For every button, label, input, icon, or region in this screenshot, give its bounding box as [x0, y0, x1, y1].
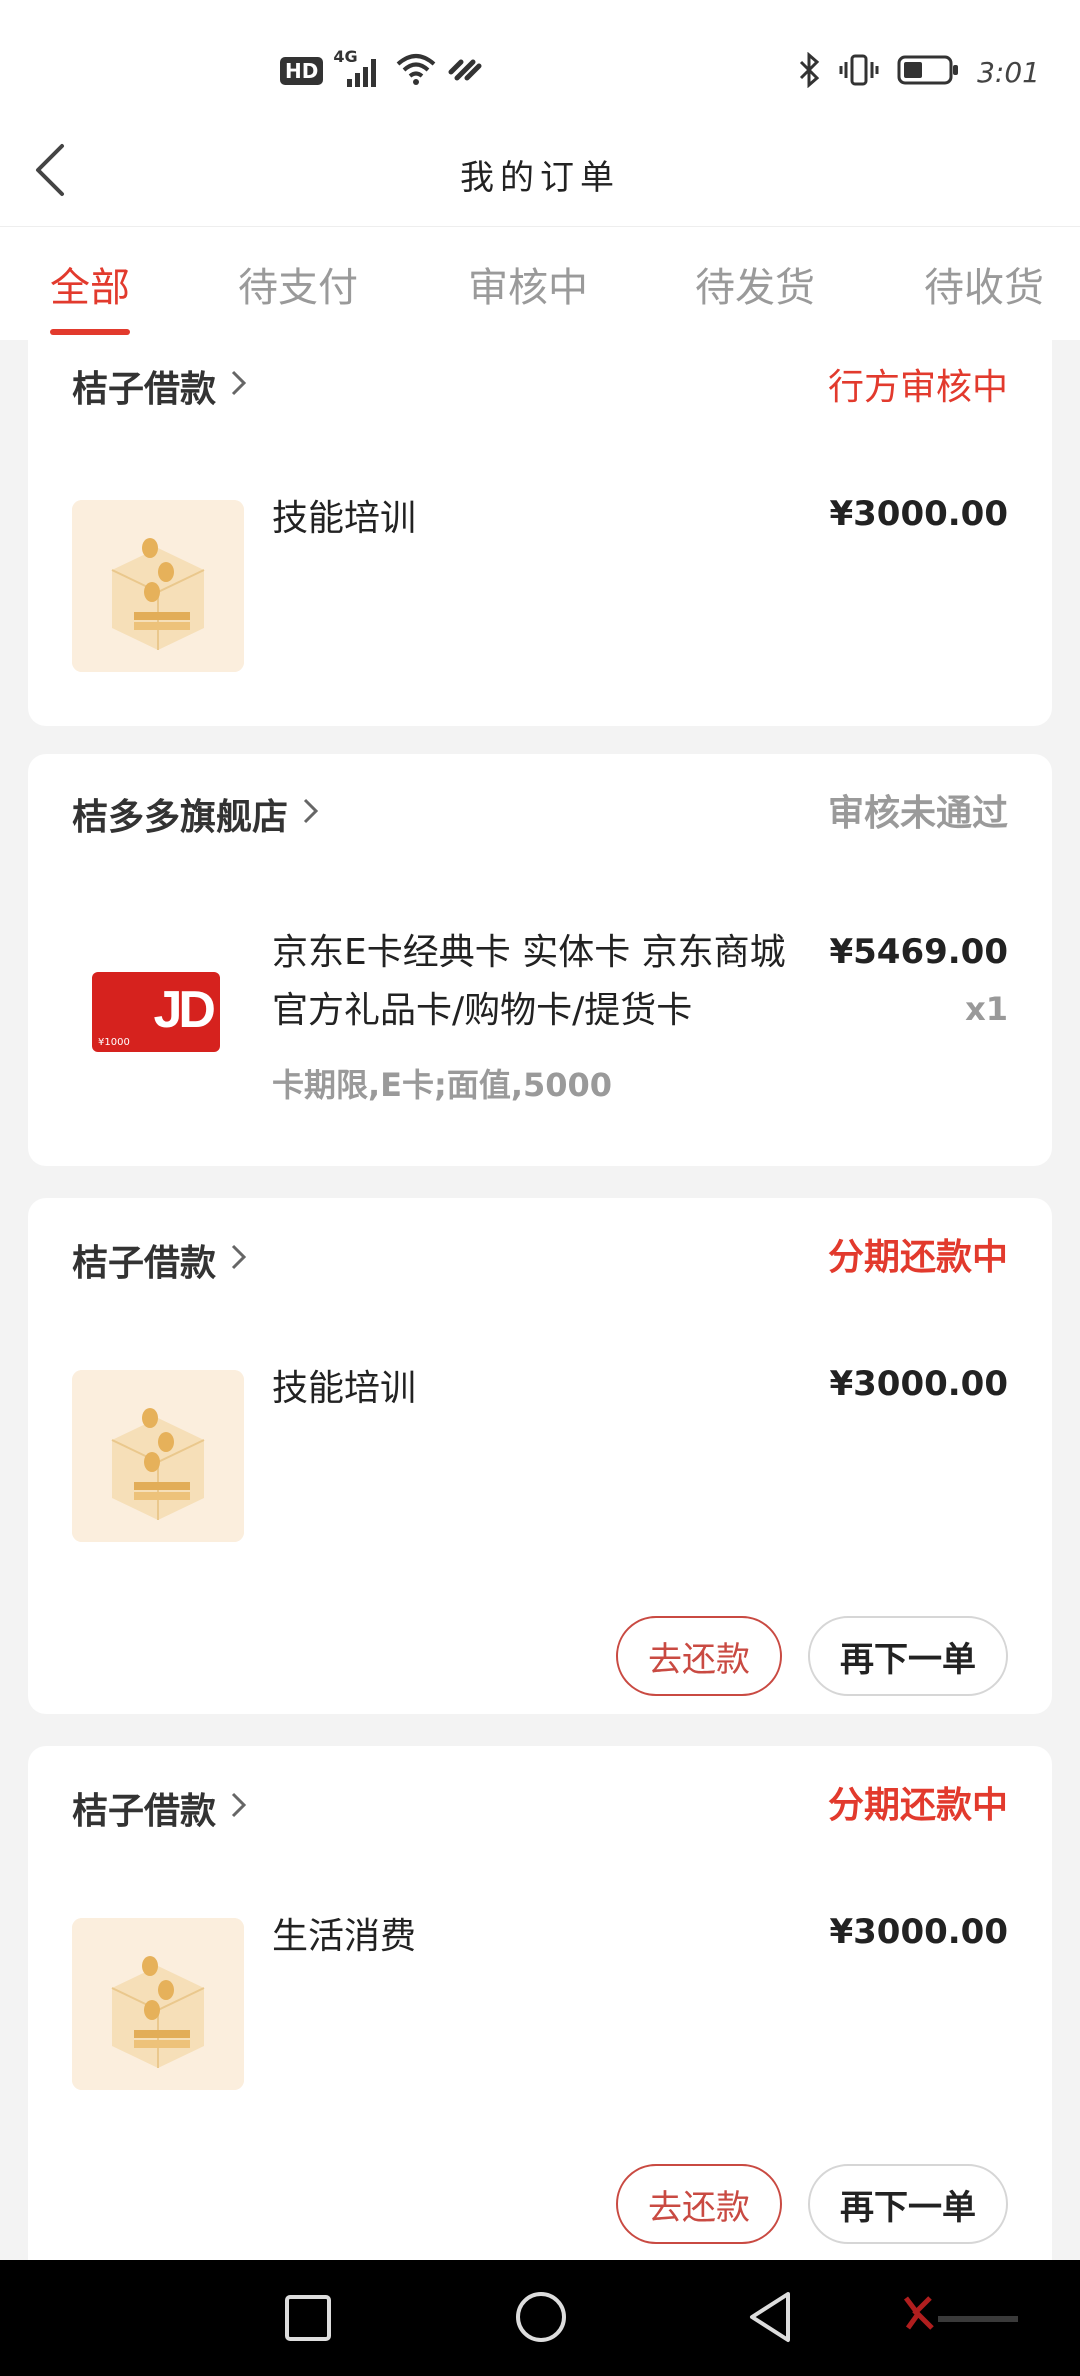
store-name: 桔子借款 [72, 1791, 217, 1832]
reorder-button[interactable]: 再下一单 [808, 2164, 1008, 2244]
wifi-icon [395, 52, 437, 90]
reorder-button[interactable]: 再下一单 [808, 1616, 1008, 1696]
store-link[interactable]: 桔子借款 [72, 360, 248, 412]
store-link[interactable]: 桔子借款 [72, 1782, 248, 1834]
tab-under-review[interactable]: 审核中 [468, 255, 588, 313]
bluetooth-icon [797, 51, 821, 92]
order-status: 分期还款中 [827, 1785, 1008, 1826]
circle-icon[interactable] [514, 2290, 568, 2348]
order-card[interactable]: 桔子借款 分期还款中 技能培训 ¥3000.00 去还款 再下一单 [28, 1198, 1052, 1714]
order-status: 分期还款中 [827, 1237, 1008, 1278]
clock: 3:01 [977, 55, 1040, 89]
network-type: 4G [333, 47, 358, 66]
signal-icon: 4G [333, 47, 385, 89]
product-quantity: x1 [965, 990, 1008, 1028]
order-tabs: 全部 待支付 审核中 待发货 待收货 [0, 226, 1080, 340]
jd-card-thumbnail[interactable]: JD ¥1000 [92, 972, 220, 1052]
chevron-right-icon [230, 1240, 248, 1281]
status-right: 3:01 [797, 51, 1040, 92]
system-nav-bar [0, 2260, 1080, 2376]
product-thumbnail[interactable] [72, 500, 244, 672]
product-name: 技能培训 [272, 1368, 417, 1409]
store-name: 桔子借款 [72, 1243, 217, 1284]
product-price: ¥3000.00 [829, 494, 1008, 534]
store-name: 桔子借款 [72, 369, 217, 410]
product-price: ¥5469.00 [829, 932, 1008, 972]
chevron-right-icon [302, 794, 320, 835]
product-price: ¥3000.00 [829, 1364, 1008, 1404]
active-tab-indicator [50, 329, 130, 335]
nav-bar: 我的订单 [0, 110, 1080, 226]
vibrate-icon [839, 52, 879, 92]
link-icon [447, 54, 483, 88]
status-left: HD 4G [280, 47, 483, 90]
order-list: 桔子借款 行方审核中 技能培训 ¥3000.00 桔多多旗舰店 审核未通过 JD… [0, 340, 1080, 2260]
jd-logo: JD [153, 981, 217, 1039]
order-status: 审核未通过 [827, 793, 1008, 834]
tab-pending-shipment[interactable]: 待发货 [695, 255, 815, 313]
product-name-line1: 京东E卡经典卡 实体卡 京东商城 [272, 932, 786, 973]
product-thumbnail[interactable] [72, 1370, 244, 1542]
order-card[interactable]: 桔子借款 行方审核中 技能培训 ¥3000.00 [28, 340, 1052, 726]
repay-button[interactable]: 去还款 [616, 1616, 782, 1696]
store-name: 桔多多旗舰店 [72, 797, 289, 838]
repay-button[interactable]: 去还款 [616, 2164, 782, 2244]
chevron-right-icon [230, 1788, 248, 1829]
tab-all[interactable]: 全部 [50, 255, 130, 313]
order-card[interactable]: 桔子借款 分期还款中 生活消费 ¥3000.00 去还款 再下一单 [28, 1746, 1052, 2260]
product-name: 技能培训 [272, 498, 417, 539]
product-thumbnail[interactable] [72, 1918, 244, 2090]
watermark-logo [904, 2294, 1024, 2338]
tab-pending-receipt[interactable]: 待收货 [924, 255, 1044, 313]
product-name: 生活消费 [272, 1916, 417, 1957]
product-name-line2: 官方礼品卡/购物卡/提货卡 [272, 990, 693, 1031]
store-link[interactable]: 桔子借款 [72, 1234, 248, 1286]
order-status: 行方审核中 [827, 367, 1008, 408]
battery-icon [897, 54, 959, 90]
square-icon[interactable] [284, 2294, 332, 2346]
triangle-back-icon[interactable] [746, 2290, 794, 2348]
page-title: 我的订单 [460, 158, 620, 198]
store-link[interactable]: 桔多多旗舰店 [72, 788, 320, 840]
tab-pending-payment[interactable]: 待支付 [238, 255, 358, 313]
hd-badge: HD [280, 57, 324, 85]
jd-card-value: ¥1000 [98, 1037, 130, 1048]
order-card[interactable]: 桔多多旗舰店 审核未通过 JD ¥1000 京东E卡经典卡 实体卡 京东商城 官… [28, 754, 1052, 1166]
chevron-right-icon [230, 366, 248, 407]
product-spec: 卡期限,E卡;面值,5000 [272, 1066, 613, 1104]
product-price: ¥3000.00 [829, 1912, 1008, 1952]
